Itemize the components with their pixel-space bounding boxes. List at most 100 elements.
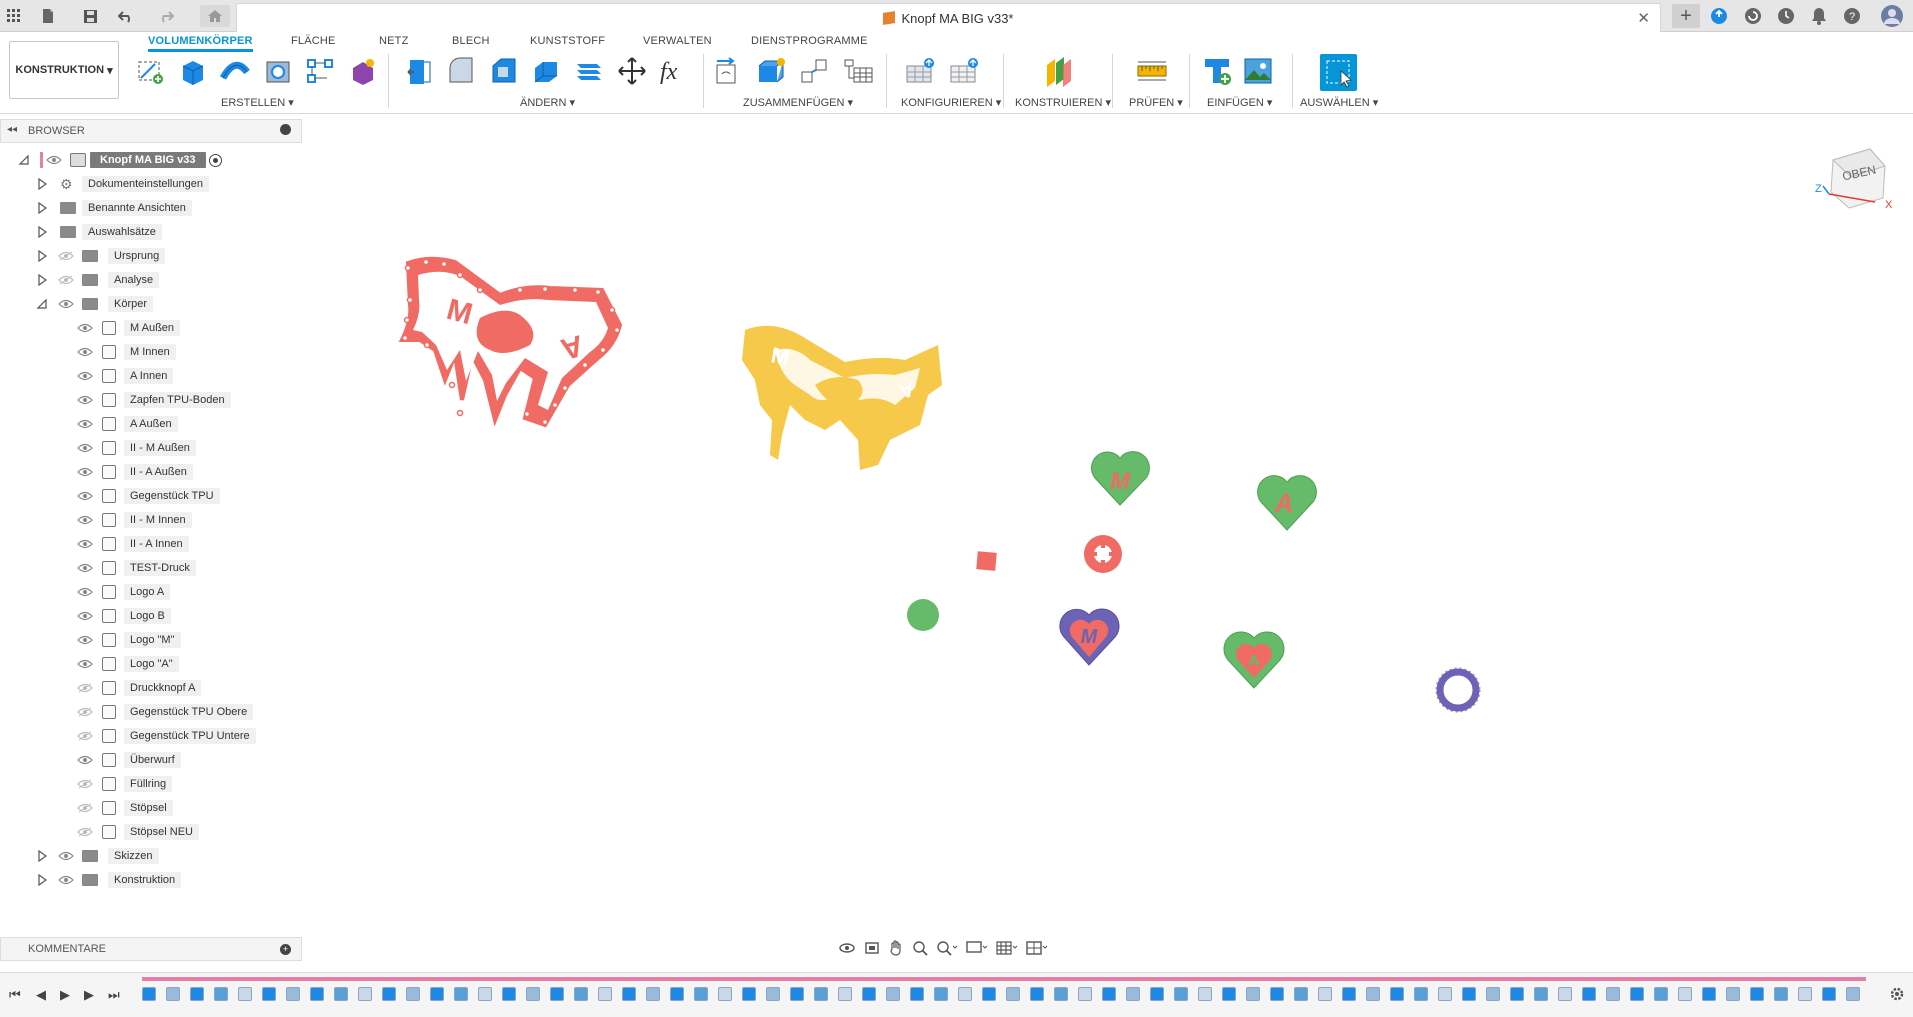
tab-verwalten[interactable]: VERWALTEN (643, 35, 712, 47)
timeline-first-icon[interactable]: ⏮ (9, 987, 21, 1003)
group-auswaehlen[interactable]: AUSWÄHLEN ▾ (1300, 96, 1378, 109)
home-icon[interactable] (200, 5, 230, 27)
pattern-icon[interactable] (303, 54, 337, 88)
tree-body[interactable]: Zapfen TPU-Boden (0, 390, 302, 410)
red-square-part[interactable] (976, 551, 997, 571)
timeline-feature-icon[interactable] (1486, 987, 1500, 1001)
timeline-feature-icon[interactable] (574, 987, 588, 1001)
timeline-feature-icon[interactable] (1030, 987, 1044, 1001)
tree-body[interactable]: II - M Außen (0, 438, 302, 458)
timeline-feature-icon[interactable] (958, 987, 972, 1001)
new-tab-icon[interactable]: + (1672, 4, 1700, 28)
tree-folder[interactable]: Auswahlsätze (0, 222, 302, 242)
timeline-feature-icon[interactable] (1798, 987, 1812, 1001)
timeline-feature-icon[interactable] (166, 987, 180, 1001)
green-heart-red-a[interactable]: A (1223, 631, 1285, 689)
extensions-icon[interactable] (1709, 6, 1729, 26)
timeline-feature-icon[interactable] (1222, 987, 1236, 1001)
timeline-feature-icon[interactable] (1558, 987, 1572, 1001)
timeline-prev-icon[interactable]: ◀ (36, 987, 46, 1003)
expand-toggle-icon[interactable] (36, 298, 48, 310)
tab-dienstprogramme[interactable]: DIENSTPROGRAMME (751, 35, 868, 47)
tree-body[interactable]: II - M Innen (0, 510, 302, 530)
timeline-feature-icon[interactable] (526, 987, 540, 1001)
green-circle-part[interactable] (907, 599, 939, 631)
timeline-feature-icon[interactable] (790, 987, 804, 1001)
timeline-feature-icon[interactable] (262, 987, 276, 1001)
joint-icon[interactable] (755, 54, 789, 88)
timeline-feature-icon[interactable] (1510, 987, 1524, 1001)
visibility-eye-icon[interactable] (77, 347, 93, 357)
timeline-feature-icon[interactable] (190, 987, 204, 1001)
tree-body[interactable]: Gegenstück TPU Untere (0, 726, 302, 746)
timeline-feature-icon[interactable] (406, 987, 420, 1001)
group-konfigurieren[interactable]: KONFIGURIEREN ▾ (901, 96, 1001, 109)
timeline-feature-icon[interactable] (1582, 987, 1596, 1001)
timeline-feature-icon[interactable] (646, 987, 660, 1001)
comments-panel-header[interactable]: KOMMENTARE + (0, 937, 302, 961)
timeline-feature-icon[interactable] (334, 987, 348, 1001)
timeline-next-icon[interactable]: ▶ (84, 987, 94, 1003)
fit-zoom-icon[interactable] (936, 940, 958, 959)
visibility-eye-icon[interactable] (77, 827, 93, 837)
timeline-feature-icon[interactable] (214, 987, 228, 1001)
configure-table-icon[interactable] (948, 54, 982, 88)
visibility-eye-icon[interactable] (77, 779, 93, 789)
tree-body[interactable]: Gegenstück TPU Obere (0, 702, 302, 722)
visibility-eye-icon[interactable] (77, 395, 93, 405)
green-heart-a[interactable]: A (1257, 475, 1317, 531)
activate-radio-icon[interactable] (209, 154, 222, 167)
timeline-feature-icon[interactable] (694, 987, 708, 1001)
timeline-feature-icon[interactable] (1246, 987, 1260, 1001)
tree-body[interactable]: Logo "M" (0, 630, 302, 650)
timeline-feature-icon[interactable] (1054, 987, 1068, 1001)
timeline-feature-icon[interactable] (1198, 987, 1212, 1001)
tree-body[interactable]: A Außen (0, 414, 302, 434)
tree-folder[interactable]: Konstruktion (0, 870, 302, 890)
timeline-feature-icon[interactable] (1174, 987, 1188, 1001)
job-status-icon[interactable] (1743, 6, 1763, 26)
visibility-eye-icon[interactable] (77, 467, 93, 477)
visibility-eye-icon[interactable] (77, 659, 93, 669)
tab-blech[interactable]: BLECH (452, 35, 490, 47)
tree-body[interactable]: M Außen (0, 318, 302, 338)
timeline-feature-icon[interactable] (622, 987, 636, 1001)
group-einfuegen[interactable]: EINFÜGEN ▾ (1207, 96, 1272, 109)
timeline-feature-icon[interactable] (1390, 987, 1404, 1001)
timeline-feature-icon[interactable] (766, 987, 780, 1001)
timeline-feature-icon[interactable] (1150, 987, 1164, 1001)
tree-body[interactable]: Druckknopf A (0, 678, 302, 698)
new-component-icon[interactable] (713, 54, 747, 88)
expand-toggle-icon[interactable] (36, 273, 48, 287)
expand-toggle-icon[interactable] (18, 154, 30, 166)
expand-toggle-icon[interactable] (36, 249, 48, 263)
tree-folder[interactable]: Ursprung (0, 246, 302, 266)
measure-icon[interactable] (1135, 54, 1169, 88)
grid-settings-icon[interactable] (996, 940, 1018, 959)
timeline-feature-icon[interactable] (670, 987, 684, 1001)
timeline-feature-icon[interactable] (1606, 987, 1620, 1001)
timeline-feature-icon[interactable] (1726, 987, 1740, 1001)
tab-kunststoff[interactable]: KUNSTSTOFF (530, 35, 605, 47)
app-grid-icon[interactable] (4, 6, 24, 26)
timeline-feature-icon[interactable] (1294, 987, 1308, 1001)
timeline-marker-bar[interactable] (142, 977, 1866, 981)
configure-icon[interactable] (904, 54, 938, 88)
clock-icon[interactable] (1776, 6, 1796, 26)
purple-heart-m[interactable]: M (1059, 608, 1120, 666)
visibility-eye-icon[interactable] (77, 635, 93, 645)
tree-body[interactable]: A Innen (0, 366, 302, 386)
timeline-feature-icon[interactable] (502, 987, 516, 1001)
select-icon[interactable] (1320, 54, 1357, 91)
visibility-eye-icon[interactable] (58, 275, 74, 285)
tree-body[interactable]: II - A Außen (0, 462, 302, 482)
tree-folder[interactable]: Benannte Ansichten (0, 198, 302, 218)
timeline-feature-icon[interactable] (1342, 987, 1356, 1001)
extrude-icon[interactable] (175, 54, 209, 88)
timeline-feature-icon[interactable] (862, 987, 876, 1001)
tree-body[interactable]: Logo A (0, 582, 302, 602)
visibility-eye-icon[interactable] (46, 155, 62, 165)
timeline-play-icon[interactable]: ▶ (60, 987, 70, 1003)
visibility-eye-icon[interactable] (77, 683, 93, 693)
timeline-feature-icon[interactable] (838, 987, 852, 1001)
